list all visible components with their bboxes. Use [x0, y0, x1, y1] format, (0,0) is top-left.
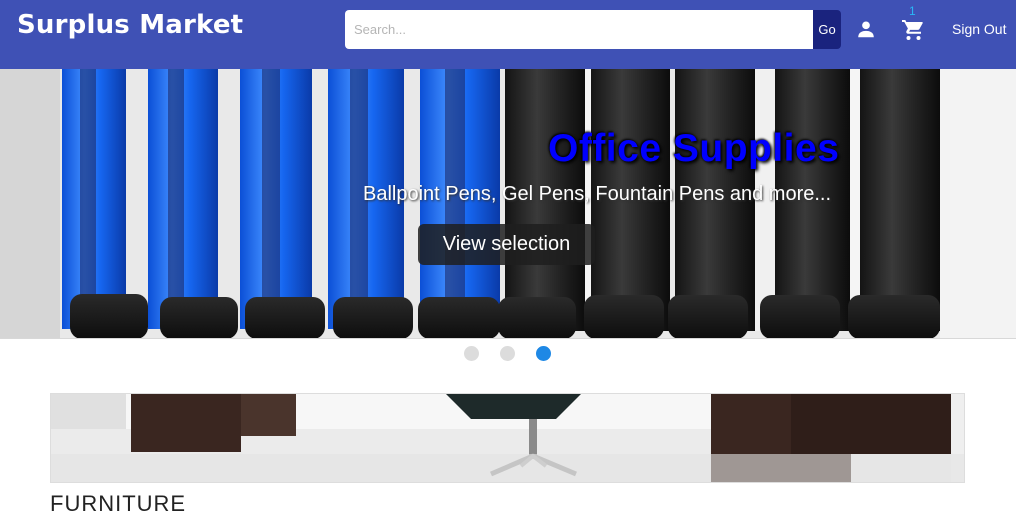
- search-go-button[interactable]: Go: [813, 10, 841, 49]
- category-card-image[interactable]: [50, 393, 965, 483]
- view-selection-button[interactable]: View selection: [418, 224, 595, 265]
- cart-button[interactable]: 1: [900, 4, 928, 44]
- carousel-dot-2[interactable]: [500, 346, 515, 361]
- carousel-indicators: [0, 346, 1016, 362]
- sign-out-link[interactable]: Sign Out: [952, 21, 1006, 37]
- hero-title: Office Supplies: [548, 127, 840, 170]
- shopping-cart-icon: [902, 20, 923, 40]
- search-input[interactable]: [345, 10, 813, 49]
- carousel-divider: [0, 338, 1016, 339]
- cart-count-badge: 1: [909, 4, 916, 18]
- top-navbar: Surplus Market Go 1 Sign Out: [0, 0, 1016, 69]
- hero-subtitle: Ballpoint Pens, Gel Pens, Fountain Pens …: [363, 183, 832, 205]
- furniture-image: [51, 394, 964, 482]
- carousel-dot-3[interactable]: [536, 346, 551, 361]
- category-title[interactable]: FURNITURE: [50, 491, 186, 517]
- carousel-dot-1[interactable]: [464, 346, 479, 361]
- brand-logo[interactable]: Surplus Market: [17, 10, 243, 40]
- hero-carousel: Office Supplies Ballpoint Pens, Gel Pens…: [0, 69, 1016, 339]
- person-icon[interactable]: [855, 18, 877, 40]
